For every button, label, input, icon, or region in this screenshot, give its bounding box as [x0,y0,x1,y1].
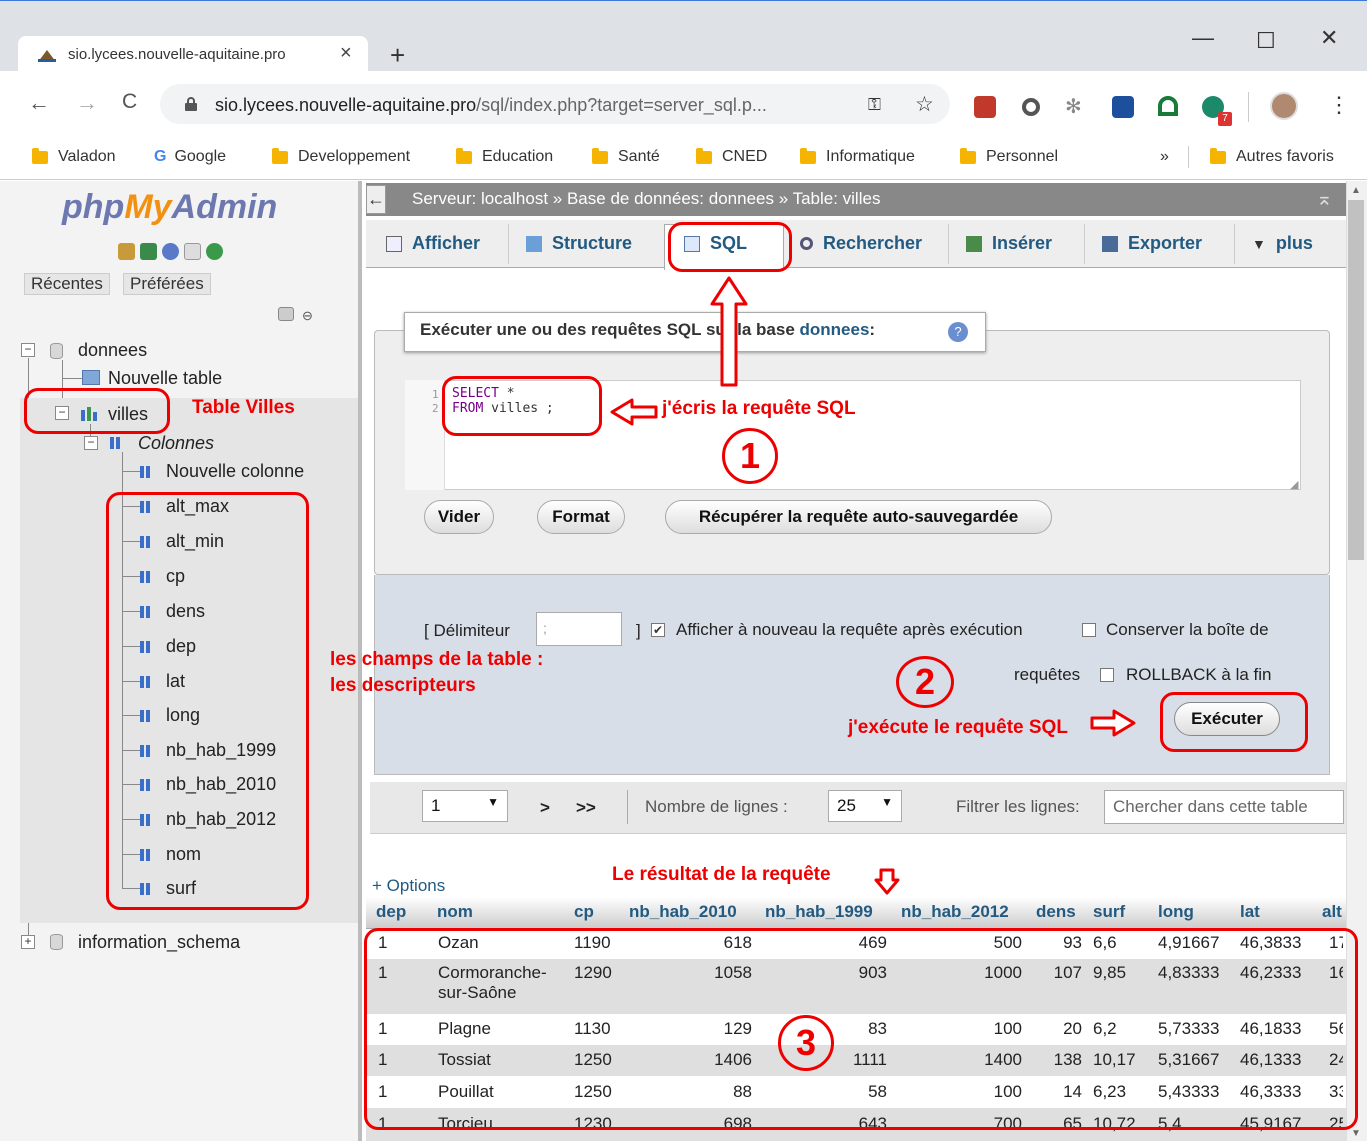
right-arrow-icon [1090,709,1136,737]
left-arrow-icon [610,398,658,426]
annotation-arrows [610,276,1136,895]
down-arrow-icon [874,868,900,895]
up-arrow-icon [710,276,748,387]
